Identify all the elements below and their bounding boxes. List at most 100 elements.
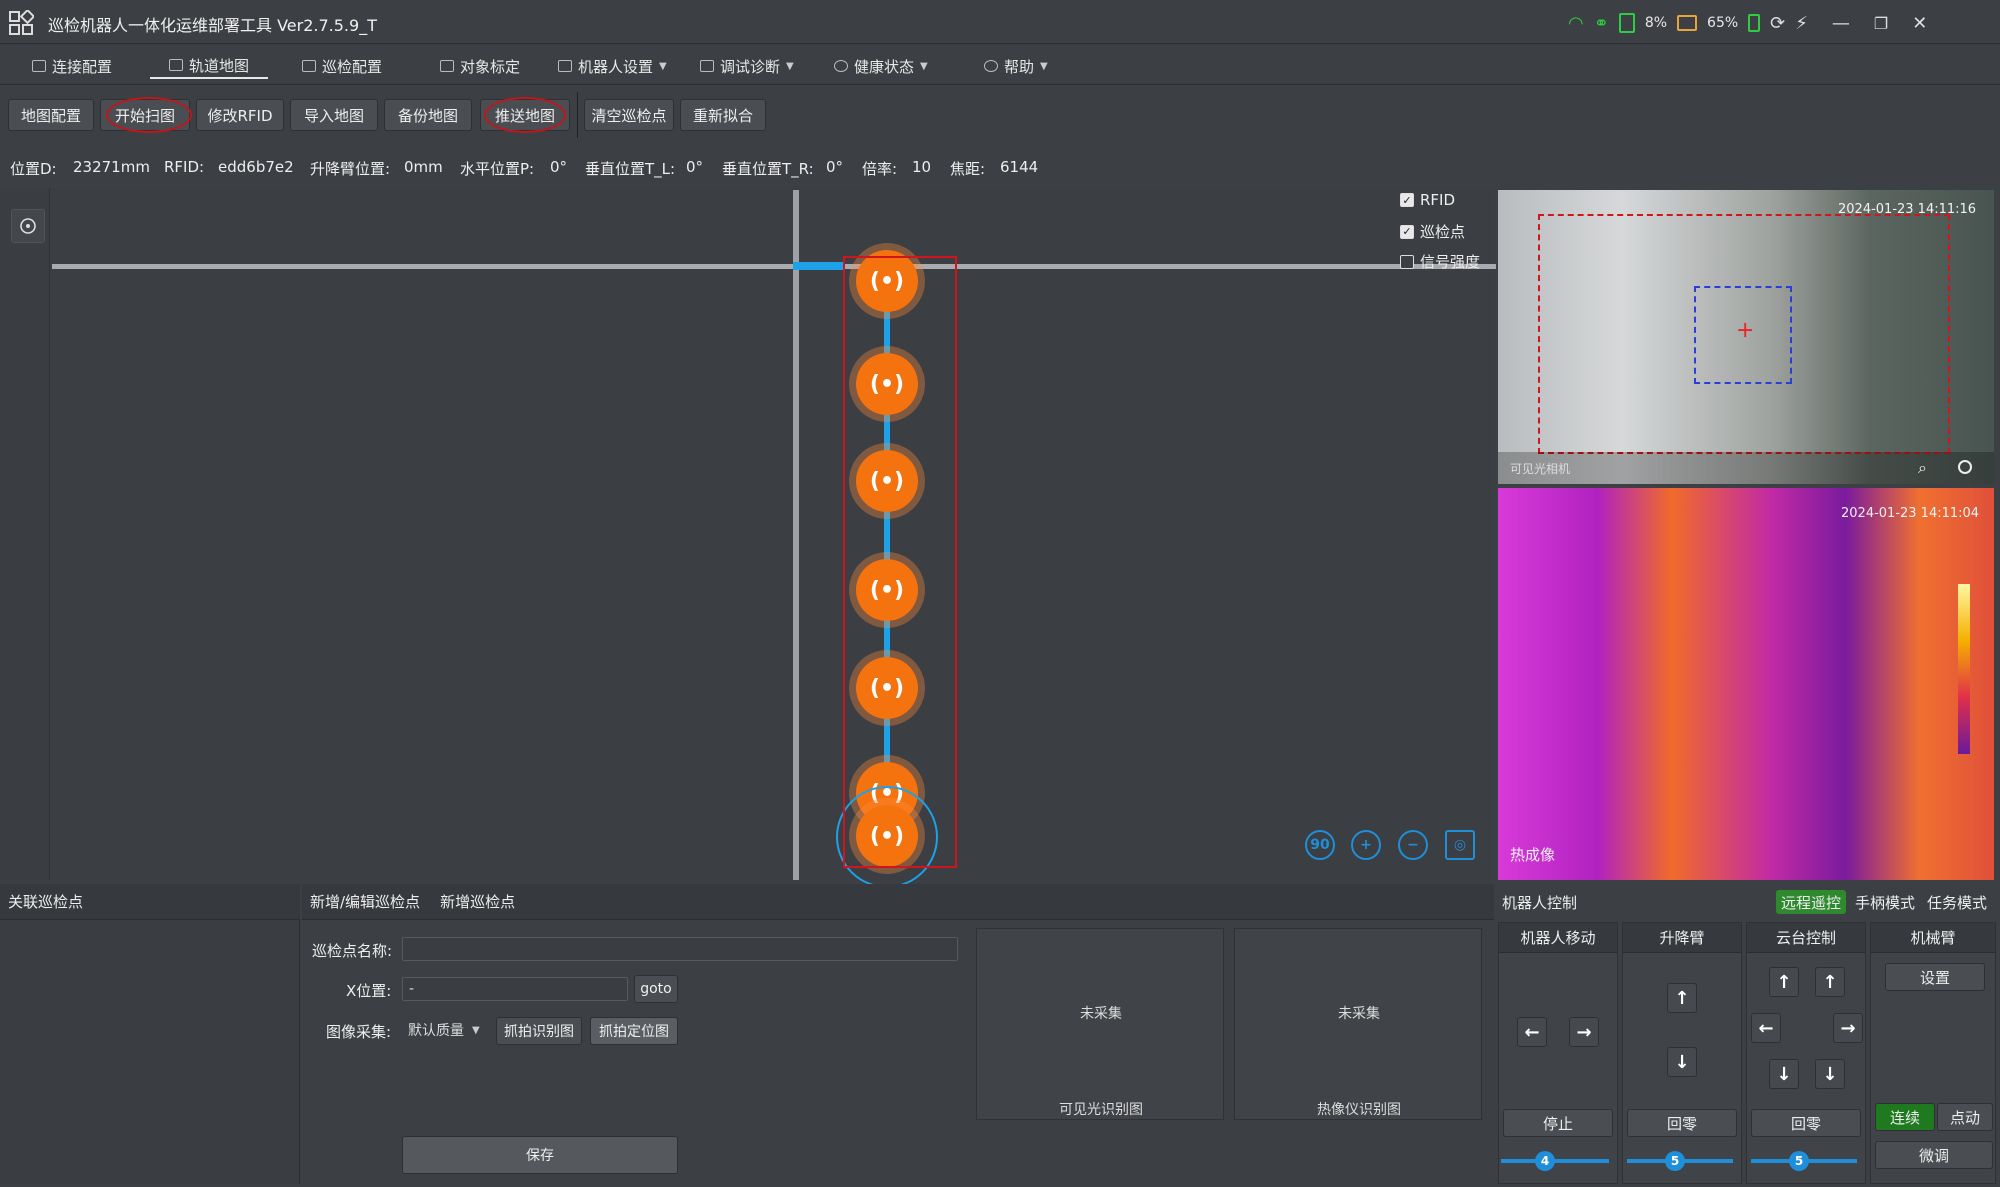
restore-icon[interactable]: ❐ [1874,14,1888,33]
check-icon: ✓ [1400,193,1414,207]
menu-debug[interactable]: 调试诊断 ▼ [700,53,794,79]
vl-value: 0° [686,158,704,176]
x-position-input[interactable]: - [402,977,628,1001]
mode-task[interactable]: 任务模式 [1924,890,1990,914]
ptz-zero-button[interactable]: 回零 [1751,1109,1861,1137]
modify-rfid-button[interactable]: 修改RFID [196,99,284,131]
help-icon [984,60,998,72]
arrow-up-icon[interactable]: ↑ [1815,967,1845,997]
chevron-down-icon: ▼ [920,60,928,72]
arrow-up-icon[interactable]: ↑ [1667,983,1697,1013]
clear-points-button[interactable]: 清空巡检点 [584,99,674,131]
stop-button[interactable]: 停止 [1503,1109,1613,1137]
menu-help[interactable]: 帮助 ▼ [984,53,1048,79]
add-point-tab[interactable]: 新增巡检点 [440,891,515,912]
vr-label: 垂直位置T_R: [722,160,814,178]
mode-joystick[interactable]: 手柄模式 [1852,890,1918,914]
speed-slider-knob[interactable]: 4 [1535,1151,1555,1171]
goto-button[interactable]: goto [634,975,678,1003]
zoom-value: 10 [912,158,932,176]
speed-slider-track[interactable] [1501,1159,1609,1163]
plug-icon[interactable]: ⚡ [1795,13,1808,34]
pos-value: 23271mm [73,158,150,176]
quality-select-value: 默认质量 [408,1023,464,1039]
fit-view-icon[interactable]: ◎ [1445,830,1475,860]
menu-health[interactable]: 健康状态 ▼ [834,53,928,79]
capture-locate-button[interactable]: 抓拍定位图 [590,1017,678,1045]
wifi-icon: ◠ [1568,12,1584,34]
fine-tune-button[interactable]: 微调 [1875,1141,1993,1169]
capture-label: 图像采集: [326,1023,392,1041]
import-map-button[interactable]: 导入地图 [290,99,378,131]
visible-camera-feed[interactable]: + 2024-01-23 14:11:16 可见光相机 ⌕ [1498,190,1994,484]
zoom-in-icon[interactable]: + [1351,830,1381,860]
capture-recognition-button[interactable]: 抓拍识别图 [496,1017,582,1045]
toolbar-divider [577,92,578,138]
chevron-down-icon: ▼ [472,1024,480,1036]
arrow-down-icon[interactable]: ↓ [1667,1047,1697,1077]
speed-slider-knob[interactable]: 5 [1665,1151,1685,1171]
lift-value: 0mm [404,158,443,176]
arrow-up-icon[interactable]: ↑ [1769,967,1799,997]
lift-zero-button[interactable]: 回零 [1627,1109,1737,1137]
zoom-out-icon[interactable]: − [1398,830,1428,860]
thermal-camera-feed[interactable]: 2024-01-23 14:11:04 热成像 [1498,488,1994,880]
menu-connection[interactable]: 连接配置 [32,53,112,79]
rfid-label: RFID: [164,158,205,176]
position-status-line: 位置D: 23271mm RFID: edd6b7e2 升降臂位置: 0mm 水… [0,152,1500,182]
chevron-down-icon: ▼ [659,60,667,72]
config-icon [302,60,316,72]
menu-robot-settings[interactable]: 机器人设置 ▼ [558,53,667,79]
crosshair-icon [20,218,36,234]
edit-point-header: 新增/编辑巡检点 新增巡检点 [302,884,1494,920]
rotate-view-icon[interactable]: 90 [1305,830,1335,860]
point-name-input[interactable] [402,937,958,961]
inspection-point-checkbox[interactable]: ✓ 巡检点 [1400,221,1465,242]
menu-inspection-config[interactable]: 巡检配置 [302,53,382,79]
menu-label: 巡检配置 [322,57,383,76]
visible-recognition-image[interactable]: 未采集 可见光识别图 [976,928,1224,1120]
menu-track-map[interactable]: 轨道地图 [150,53,268,79]
chevron-down-icon: ▼ [1040,60,1048,72]
minimize-icon[interactable]: — [1832,13,1850,34]
locate-button[interactable] [11,209,45,243]
arrow-left-icon[interactable]: ← [1517,1017,1547,1047]
column-title: 机器人移动 [1499,923,1617,953]
edit-point-tab[interactable]: 新增/编辑巡检点 [310,891,420,912]
record-icon[interactable] [1958,460,1972,474]
assoc-points-list[interactable] [0,920,300,1184]
rfid-checkbox[interactable]: ✓ RFID [1400,191,1455,209]
thermal-scale-bar [1958,584,1970,754]
arrow-right-icon[interactable]: → [1569,1017,1599,1047]
thermal-label: 热成像 [1510,846,1556,864]
menu-object-calibrate[interactable]: 对象标定 [440,53,520,79]
signal-strength-checkbox[interactable]: 信号强度 [1400,251,1480,272]
close-icon[interactable]: ✕ [1912,13,1927,34]
arm-settings-button[interactable]: 设置 [1885,963,1985,991]
assoc-points-header: 关联巡检点 [0,884,300,920]
thermal-recognition-image[interactable]: 未采集 热像仪识别图 [1234,928,1482,1120]
menu-label: 机器人设置 [578,57,654,76]
lift-label: 升降臂位置: [310,160,391,178]
arrow-down-icon[interactable]: ↓ [1815,1059,1845,1089]
search-icon[interactable]: ⌕ [1918,458,1927,478]
save-button[interactable]: 保存 [402,1136,678,1174]
image-label: 可见光识别图 [1059,1102,1143,1118]
backup-map-button[interactable]: 备份地图 [384,99,472,131]
speed-slider-knob[interactable]: 5 [1789,1151,1809,1171]
focus-value: 6144 [1000,158,1039,176]
track-segment-blue [793,262,843,270]
jog-button[interactable]: 点动 [1937,1103,1993,1131]
arrow-right-icon[interactable]: → [1833,1013,1863,1043]
map-toolbar: 地图配置 开始扫图 修改RFID 导入地图 备份地图 推送地图 清空巡检点 重新… [0,88,2000,142]
x-position-label: X位置: [346,982,392,1000]
track-map-canvas[interactable] [0,188,1494,880]
refit-button[interactable]: 重新拟合 [680,99,766,131]
sync-icon[interactable]: ⟳ [1770,13,1785,34]
map-config-button[interactable]: 地图配置 [8,99,94,131]
arrow-down-icon[interactable]: ↓ [1769,1059,1799,1089]
continuous-button[interactable]: 连续 [1875,1103,1935,1131]
quality-select[interactable]: 默认质量 ▼ [402,1018,488,1042]
mode-remote[interactable]: 远程遥控 [1776,890,1846,914]
arrow-left-icon[interactable]: ← [1751,1013,1781,1043]
